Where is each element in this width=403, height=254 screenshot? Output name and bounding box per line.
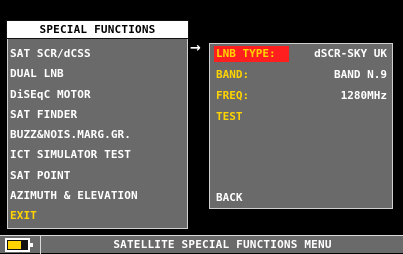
menu-item-dual-lnb[interactable]: DUAL LNB bbox=[10, 64, 184, 84]
menu-item-sat-finder[interactable]: SAT FINDER bbox=[10, 105, 184, 125]
screen: SPECIAL FUNCTIONS SAT SCR/dCSS DUAL LNB … bbox=[0, 0, 403, 254]
right-arrow-icon: → bbox=[190, 41, 201, 56]
band-row[interactable]: BAND: BAND N.9 bbox=[214, 67, 389, 83]
menu-item-sat-scr-dcss[interactable]: SAT SCR/dCSS bbox=[10, 44, 184, 64]
status-title: SATELLITE SPECIAL FUNCTIONS MENU bbox=[113, 238, 332, 251]
freq-value: 1280MHz bbox=[340, 89, 387, 102]
status-divider bbox=[40, 236, 41, 254]
menu-item-sat-point[interactable]: SAT POINT bbox=[10, 166, 184, 186]
band-value: BAND N.9 bbox=[334, 68, 387, 81]
battery-level bbox=[8, 241, 21, 249]
freq-row[interactable]: FREQ: 1280MHz bbox=[214, 88, 389, 104]
sat-scr-settings-panel: LNB TYPE: dSCR-SKY UK BAND: BAND N.9 FRE… bbox=[209, 43, 393, 209]
lnb-type-row[interactable]: LNB TYPE: dSCR-SKY UK bbox=[214, 46, 389, 62]
menu-item-exit[interactable]: EXIT bbox=[10, 206, 184, 226]
panel-title: SPECIAL FUNCTIONS bbox=[6, 20, 189, 39]
menu-item-diseqc-motor[interactable]: DiSEqC MOTOR bbox=[10, 85, 184, 105]
special-functions-menu: SAT SCR/dCSS DUAL LNB DiSEqC MOTOR SAT F… bbox=[10, 44, 184, 227]
battery-tip bbox=[30, 243, 33, 247]
lnb-type-value: dSCR-SKY UK bbox=[314, 47, 387, 60]
status-bar: SATELLITE SPECIAL FUNCTIONS MENU bbox=[0, 235, 403, 254]
band-label: BAND: bbox=[216, 68, 250, 81]
test-label: TEST bbox=[216, 110, 243, 123]
menu-item-azimuth-elevation[interactable]: AZIMUTH & ELEVATION bbox=[10, 186, 184, 206]
test-row[interactable]: TEST bbox=[214, 109, 389, 125]
battery-icon bbox=[5, 238, 33, 252]
freq-label: FREQ: bbox=[216, 89, 250, 102]
back-button[interactable]: BACK bbox=[216, 190, 243, 206]
menu-item-buzz-nois-marg[interactable]: BUZZ&NOIS.MARG.GR. bbox=[10, 125, 184, 145]
lnb-type-label: LNB TYPE: bbox=[216, 47, 276, 60]
menu-item-ict-simulator-test[interactable]: ICT SIMULATOR TEST bbox=[10, 145, 184, 165]
